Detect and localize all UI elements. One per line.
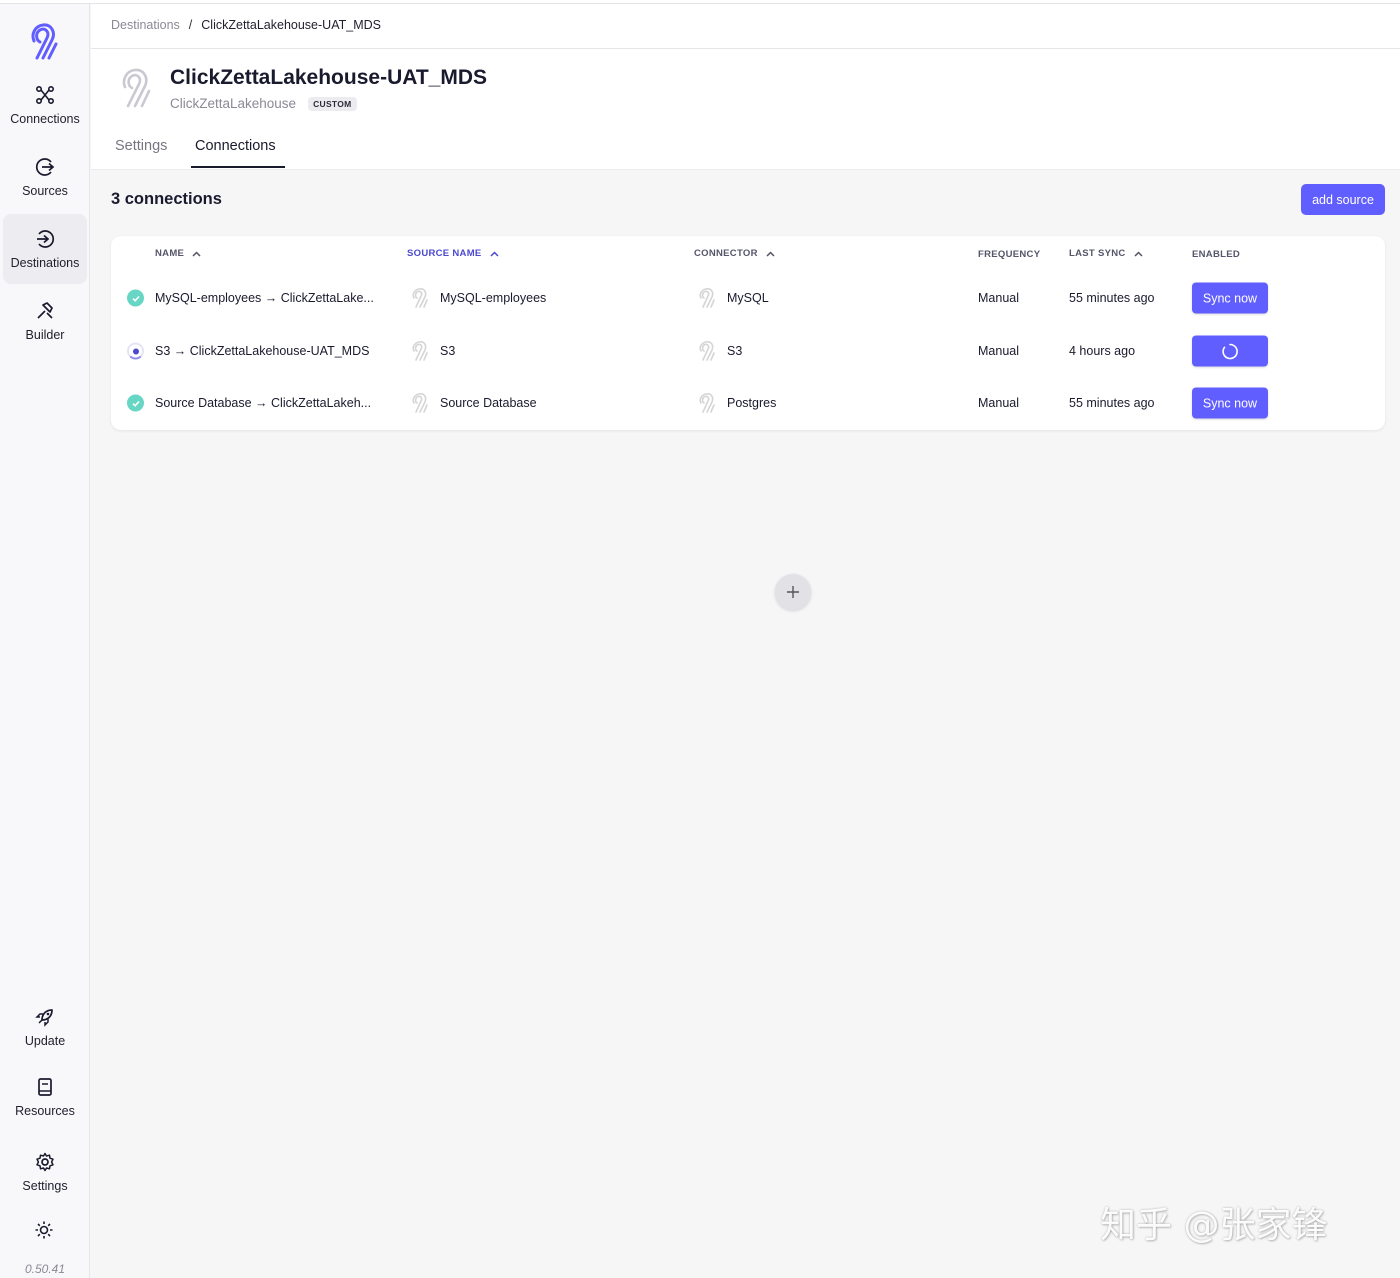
connection-name: Source Database → ClickZettaLakeh... xyxy=(155,396,372,410)
tab-settings[interactable]: Settings xyxy=(115,138,167,154)
frequency-value: Manual xyxy=(978,291,1019,305)
sidebar-item-label: Resources xyxy=(15,1104,75,1118)
connector-cell: Postgres xyxy=(696,392,776,414)
success-status-icon xyxy=(127,394,144,412)
sidebar-item-connections[interactable]: Connections xyxy=(3,70,87,140)
connector-cell: S3 xyxy=(696,340,742,362)
frequency-value: Manual xyxy=(978,396,1019,410)
column-header-source-name[interactable]: SOURCE NAME xyxy=(407,248,499,259)
sidebar-item-sources[interactable]: Sources xyxy=(3,142,87,212)
connections-count-title: 3 connections xyxy=(111,190,222,208)
page-header: Destinations / ClickZettaLakehouse-UAT_MDS… xyxy=(91,4,1400,170)
last-sync-value: 55 minutes ago xyxy=(1069,396,1155,410)
sort-caret-up-icon xyxy=(1134,250,1143,257)
connection-name: MySQL-employees → ClickZettaLake... xyxy=(155,291,374,305)
custom-badge: CUSTOM xyxy=(308,96,357,111)
column-header-label: ENABLED xyxy=(1192,249,1241,260)
connections-icon xyxy=(35,85,55,105)
column-header-frequency: FREQUENCY xyxy=(978,249,1040,260)
book-icon xyxy=(38,1078,52,1096)
add-source-button[interactable]: add source xyxy=(1301,184,1385,215)
connector-logo-icon xyxy=(699,341,715,361)
column-header-name[interactable]: NAME xyxy=(155,248,201,259)
sidebar: Connections Sources Destinations Builder… xyxy=(0,4,90,1278)
table-row[interactable]: MySQL-employees → ClickZettaLake... MySQ… xyxy=(111,272,1385,324)
airbyte-logo-icon[interactable] xyxy=(25,22,63,62)
running-status-icon xyxy=(127,342,144,360)
frequency-value: Manual xyxy=(978,344,1019,358)
source-name: Source Database xyxy=(440,396,537,410)
destination-subtitle-row: ClickZettaLakehouse CUSTOM xyxy=(170,96,357,111)
gear-icon xyxy=(36,1152,54,1172)
destinations-icon xyxy=(37,230,55,248)
source-connector-icon xyxy=(412,393,428,413)
source-connector-icon xyxy=(412,288,428,308)
source-name-cell: S3 xyxy=(409,340,455,362)
source-connector-icon xyxy=(412,341,428,361)
column-header-label: LAST SYNC xyxy=(1069,248,1126,259)
sidebar-item-resources[interactable]: Resources xyxy=(3,1062,87,1132)
destination-type: ClickZettaLakehouse xyxy=(170,96,297,111)
source-name-cell: MySQL-employees xyxy=(409,287,546,309)
column-header-enabled: ENABLED xyxy=(1192,249,1240,260)
source-name: MySQL-employees xyxy=(440,291,547,305)
destination-connector-icon xyxy=(122,68,151,108)
sync-now-button[interactable]: Sync now xyxy=(1192,387,1268,419)
table-row[interactable]: S3 → ClickZettaLakehouse-UAT_MDS S3 S3 M… xyxy=(111,325,1385,377)
connector-cell: MySQL xyxy=(696,287,769,309)
connector-logo-icon xyxy=(699,288,715,308)
source-name-cell: Source Database xyxy=(409,392,537,414)
tab-connections[interactable]: Connections xyxy=(195,138,276,154)
rocket-icon xyxy=(35,1009,53,1027)
page-title: ClickZettaLakehouse-UAT_MDS xyxy=(170,66,488,89)
sidebar-item-update[interactable]: Update xyxy=(3,992,87,1062)
loading-spinner-icon xyxy=(1222,343,1238,359)
sidebar-item-label: Connections xyxy=(10,112,80,126)
sort-caret-up-icon xyxy=(192,250,201,257)
breadcrumb-separator: / xyxy=(188,18,193,32)
connector-name: S3 xyxy=(727,344,743,358)
watermark-text: 知乎 @张家锋 xyxy=(1100,1205,1328,1246)
column-header-label: CONNECTOR xyxy=(694,248,758,259)
column-header-connector[interactable]: CONNECTOR xyxy=(694,248,775,259)
header-divider xyxy=(91,169,1400,170)
theme-sun-icon[interactable] xyxy=(34,1220,54,1240)
breadcrumb-destinations-link[interactable]: Destinations xyxy=(111,18,180,32)
table-row[interactable]: Source Database → ClickZettaLakeh... Sou… xyxy=(111,377,1385,429)
sort-caret-up-icon xyxy=(766,250,775,257)
plus-icon xyxy=(787,586,799,598)
active-tab-indicator xyxy=(191,166,285,168)
connection-name: S3 → ClickZettaLakehouse-UAT_MDS xyxy=(155,344,370,358)
sidebar-item-label: Sources xyxy=(22,184,68,198)
column-header-last-sync[interactable]: LAST SYNC xyxy=(1069,248,1143,259)
breadcrumb: Destinations / ClickZettaLakehouse-UAT_MDS xyxy=(111,18,381,32)
connector-name: Postgres xyxy=(727,396,777,410)
sidebar-item-destinations[interactable]: Destinations xyxy=(3,214,87,284)
sidebar-item-label: Destinations xyxy=(10,256,80,270)
success-status-icon xyxy=(127,289,144,307)
sidebar-item-builder[interactable]: Builder xyxy=(3,286,87,356)
column-header-label: FREQUENCY xyxy=(978,249,1041,260)
connections-table: NAME SOURCE NAME CONNECTOR FREQUENCY LAS… xyxy=(111,236,1385,430)
last-sync-value: 55 minutes ago xyxy=(1069,291,1155,305)
connector-name: MySQL xyxy=(727,291,769,305)
sidebar-item-settings[interactable]: Settings xyxy=(3,1137,87,1207)
breadcrumb-current: ClickZettaLakehouse-UAT_MDS xyxy=(201,18,381,32)
sync-now-button[interactable]: Sync now xyxy=(1192,282,1268,314)
sidebar-item-label: Builder xyxy=(25,328,65,342)
column-header-label: NAME xyxy=(155,248,185,259)
builder-icon xyxy=(37,302,53,319)
column-header-label: SOURCE NAME xyxy=(407,248,482,259)
add-button[interactable] xyxy=(775,574,811,610)
connector-logo-icon xyxy=(699,393,715,413)
breadcrumb-divider xyxy=(91,48,1400,49)
sidebar-item-label: Settings xyxy=(22,1179,68,1193)
syncing-button[interactable] xyxy=(1192,335,1268,367)
source-name: S3 xyxy=(440,344,456,358)
sources-icon xyxy=(35,158,55,176)
last-sync-value: 4 hours ago xyxy=(1069,344,1136,358)
app-version: 0.50.41 xyxy=(24,1262,66,1276)
sidebar-item-label: Update xyxy=(24,1034,66,1048)
sort-caret-up-icon xyxy=(490,250,499,257)
